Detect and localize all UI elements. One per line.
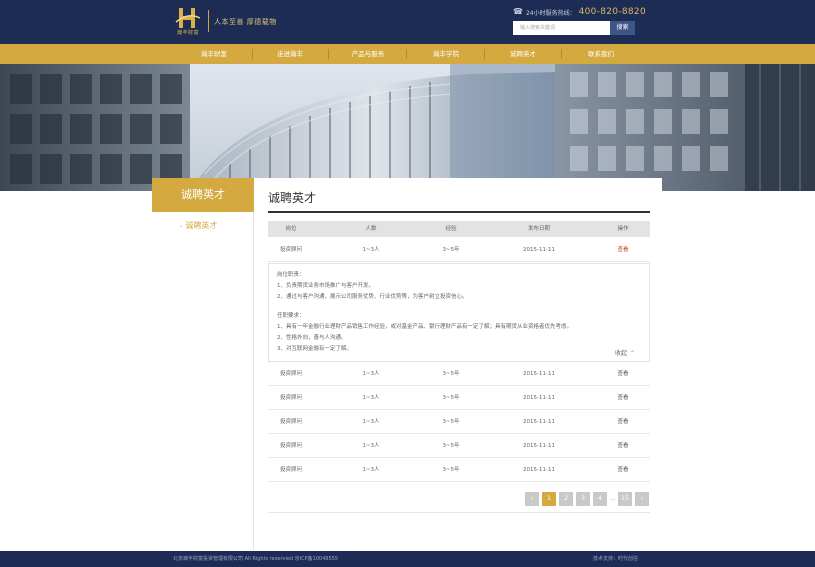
page-button[interactable]: 1 (542, 492, 556, 506)
phone-icon: ☎ (513, 7, 523, 16)
sidebar: › 诚聘英才 (152, 212, 254, 550)
page-button[interactable]: 3 (576, 492, 590, 506)
search-input[interactable] (513, 21, 610, 35)
table-row[interactable]: 投资顾问 1~3人 3~5年 2015-11-11 查看 (268, 434, 650, 458)
next-page-button[interactable]: › (635, 492, 649, 506)
sidebar-title: 诚聘英才 (152, 178, 254, 212)
duties-title: 岗位职责： (277, 272, 305, 278)
hotline-label: 24小时服务热线： (525, 9, 576, 17)
collapse-label: 收起 (615, 350, 628, 357)
requirement-line: 1、具有一年金融行业理财产品销售工作经验，或对基金产品、银行理财产品有一定了解；… (277, 324, 573, 330)
bottom-divider (268, 512, 650, 513)
cell-date: 2015-11-11 (523, 467, 555, 473)
nav-item-home[interactable]: 瀚丰财富 (176, 44, 252, 64)
job-detail-panel: 岗位职责： 1、负责期货业务市场推广与客户开发。 2、通过与客户沟通，展示公司服… (268, 263, 650, 362)
cell-count: 1~3人 (362, 467, 380, 473)
duty-line: 1、负责期货业务市场推广与客户开发。 (277, 283, 375, 289)
cell-date: 2015-11-11 (523, 443, 555, 449)
cell-count: 1~3人 (362, 443, 380, 449)
chevron-up-icon: ⌃ (630, 350, 636, 357)
cell-experience: 3~5年 (442, 395, 460, 401)
page-title: 诚聘英才 (268, 191, 317, 205)
cell-count: 1~3人 (362, 247, 380, 253)
collapse-button[interactable]: 收起 ⌃ (615, 348, 635, 357)
cell-experience: 3~5年 (442, 443, 460, 449)
site-footer: 北京瀚丰财富投资管理有限公司 All Rights reservied 京ICP… (0, 551, 815, 567)
banner-image (0, 64, 815, 191)
view-link[interactable]: 查看 (602, 410, 644, 434)
view-link[interactable]: 查看 (602, 238, 644, 262)
cell-experience: 3~5年 (442, 419, 460, 425)
nav-item-careers[interactable]: 诚聘英才 (485, 44, 561, 64)
column-header-action: 操作 (617, 226, 629, 232)
cell-date: 2015-11-11 (523, 395, 555, 401)
cell-count: 1~3人 (362, 419, 380, 425)
slogan: 人本至善 厚德载物 (214, 18, 277, 26)
cell-count: 1~3人 (362, 371, 380, 377)
view-link[interactable]: 查看 (602, 458, 644, 482)
table-row[interactable]: 投资顾问 1~3人 3~5年 2015-11-11 查看 (268, 458, 650, 482)
nav-item-products[interactable]: 产品与服务 (330, 44, 406, 64)
cell-experience: 3~5年 (442, 247, 460, 253)
chevron-right-icon: › (640, 495, 644, 502)
nav-item-contact[interactable]: 联系我们 (563, 44, 639, 64)
cell-position: 投资顾问 (279, 419, 302, 425)
pagination-ellipsis: ... (610, 495, 616, 502)
page-button[interactable]: 2 (559, 492, 573, 506)
column-header-experience: 经验 (445, 226, 457, 232)
page-button[interactable]: 15 (618, 492, 632, 506)
table-row[interactable]: 投资顾问 1~3人 3~5年 2015-11-11 查看 (268, 410, 650, 434)
chevron-right-icon: › (180, 223, 183, 230)
sidebar-item-label: 诚聘英才 (185, 221, 218, 230)
table-header: 岗位 人数 经验 发布日期 操作 (268, 221, 650, 237)
requirements-title: 任职要求： (277, 313, 305, 319)
sidebar-item-careers[interactable]: › 诚聘英才 (180, 220, 217, 231)
view-link[interactable]: 查看 (602, 362, 644, 386)
copyright: 北京瀚丰财富投资管理有限公司 All Rights reservied 京ICP… (173, 556, 339, 562)
table-row[interactable]: 投资顾问 1~3人 3~5年 2015-11-11 查看 (268, 386, 650, 410)
title-divider (268, 211, 650, 213)
main-nav: 瀚丰财富 走进瀚丰 产品与服务 瀚丰学院 诚聘英才 联系我们 (0, 44, 815, 64)
hotline-number: 400-820-8820 (578, 7, 646, 17)
header-divider (208, 10, 209, 32)
nav-separator (561, 49, 562, 59)
cell-position: 投资顾问 (279, 395, 302, 401)
cell-count: 1~3人 (362, 395, 380, 401)
requirement-line: 3、对互联网金融有一定了解。 (277, 346, 353, 352)
cell-experience: 3~5年 (442, 371, 460, 377)
cell-experience: 3~5年 (442, 467, 460, 473)
nav-item-academy[interactable]: 瀚丰学院 (408, 44, 484, 64)
cell-date: 2015-11-11 (523, 419, 555, 425)
cell-date: 2015-11-11 (523, 371, 555, 377)
nav-separator (328, 49, 329, 59)
cell-position: 投资顾问 (279, 443, 302, 449)
duty-line: 2、通过与客户沟通，展示公司服务优势、行业优势等，为客户树立投资信心。 (277, 294, 468, 300)
cell-position: 投资顾问 (279, 467, 302, 473)
search-button[interactable]: 搜索 (610, 21, 635, 35)
page-button[interactable]: 4 (593, 492, 607, 506)
column-header-date: 发布日期 (527, 226, 550, 232)
requirement-line: 2、性格外向，善与人沟通。 (277, 335, 347, 341)
site-header: 瀚丰财富 人本至善 厚德载物 ☎ 24小时服务热线： 400-820-8820 … (0, 0, 815, 44)
column-header-position: 岗位 (285, 226, 297, 232)
cell-position: 投资顾问 (279, 247, 302, 253)
prev-page-button[interactable]: ‹ (525, 492, 539, 506)
cell-date: 2015-11-11 (523, 247, 555, 253)
column-header-count: 人数 (365, 226, 377, 232)
nav-separator (406, 49, 407, 59)
table-row[interactable]: 投资顾问 1~3人 3~5年 2015-11-11 查看 (268, 362, 650, 386)
table-row[interactable]: 投资顾问 1~3人 3~5年 2015-11-11 查看 (268, 238, 650, 262)
nav-item-about[interactable]: 走进瀚丰 (252, 44, 328, 64)
hotline: ☎ 24小时服务热线： 400-820-8820 (513, 6, 646, 18)
chevron-left-icon: ‹ (530, 495, 534, 502)
logo-text: 瀚丰财富 (176, 30, 199, 36)
tech-support-link[interactable]: 技术支持：时代创信 (593, 551, 638, 567)
cell-position: 投资顾问 (279, 371, 302, 377)
view-link[interactable]: 查看 (602, 434, 644, 458)
view-link[interactable]: 查看 (602, 386, 644, 410)
